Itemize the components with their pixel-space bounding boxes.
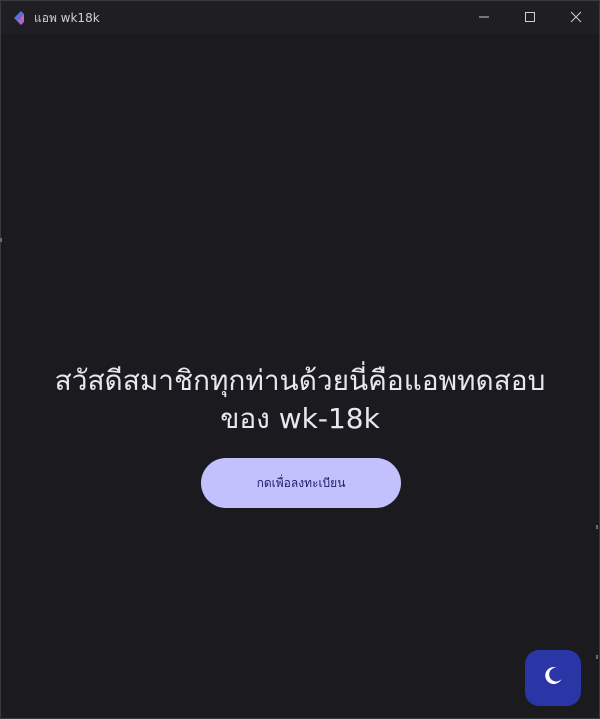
minimize-icon (478, 8, 490, 27)
edge-marker (596, 525, 598, 529)
edge-marker (596, 655, 598, 659)
close-icon (570, 8, 582, 27)
app-logo-icon (12, 10, 28, 26)
edge-marker (0, 238, 2, 242)
minimize-button[interactable] (461, 1, 507, 34)
maximize-button[interactable] (507, 1, 553, 34)
register-button[interactable]: กดเพื่อลงทะเบียน (201, 458, 401, 508)
close-button[interactable] (553, 1, 599, 34)
main-content: สวัสดีสมาชิกทุกท่านด้วยนี่คือแอพทดสอบ ขอ… (1, 34, 599, 718)
window-title: แอพ wk18k (34, 11, 100, 25)
theme-toggle-button[interactable] (525, 650, 581, 706)
moon-icon (541, 664, 565, 692)
title-bar[interactable]: แอพ wk18k (1, 1, 599, 34)
app-window: แอพ wk18k สวัสดีสมาชิกทุกท่านด้วยนี่คือแ… (0, 0, 600, 719)
welcome-heading: สวัสดีสมาชิกทุกท่านด้วยนี่คือแอพทดสอบ ขอ… (54, 364, 546, 435)
maximize-icon (524, 8, 536, 27)
